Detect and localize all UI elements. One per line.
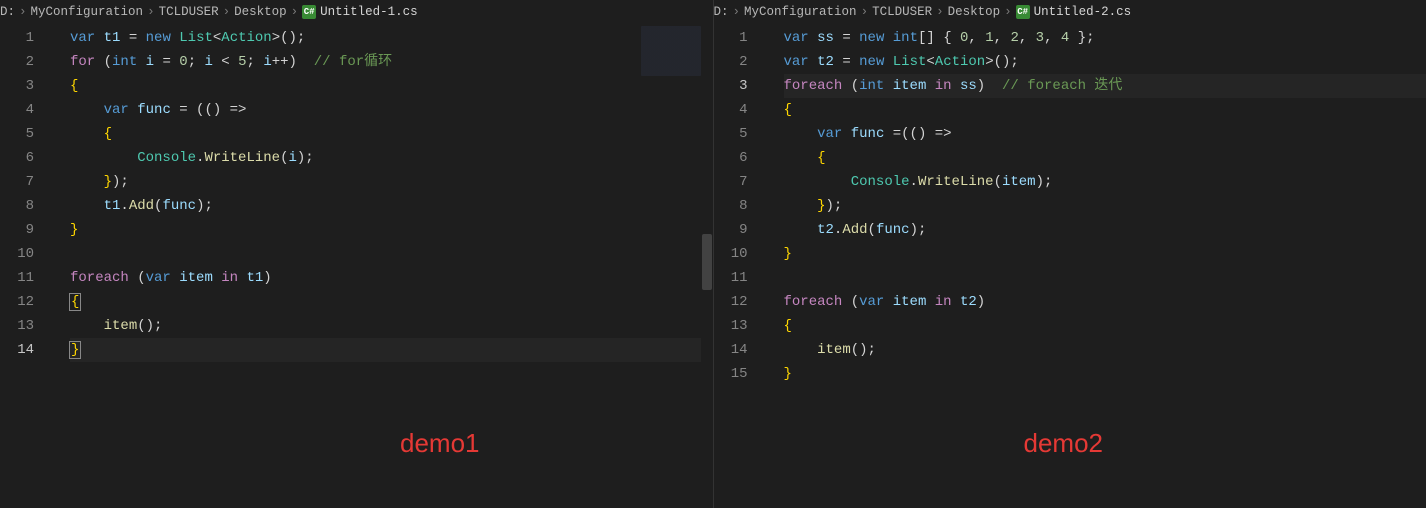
csharp-file-icon: C# bbox=[1016, 5, 1030, 19]
code-line[interactable]: { bbox=[784, 314, 1426, 338]
line-number: 5 bbox=[714, 122, 748, 146]
code-line[interactable]: var ss = new int[] { 0, 1, 2, 3, 4 }; bbox=[784, 26, 1426, 50]
code-line[interactable]: foreach (var item in t2) bbox=[784, 290, 1426, 314]
code-line[interactable]: item(); bbox=[784, 338, 1426, 362]
breadcrumb-segment[interactable]: TCLDUSER bbox=[159, 5, 219, 19]
line-number: 15 bbox=[714, 362, 748, 386]
line-number: 14 bbox=[714, 338, 748, 362]
line-number: 12 bbox=[0, 290, 34, 314]
line-number: 5 bbox=[0, 122, 34, 146]
line-number: 11 bbox=[714, 266, 748, 290]
code-line[interactable]: } bbox=[70, 338, 713, 362]
csharp-file-icon: C# bbox=[302, 5, 316, 19]
line-number-gutter[interactable]: 123456789101112131415 bbox=[714, 26, 766, 508]
code-line[interactable]: t2.Add(func); bbox=[784, 218, 1426, 242]
code-line[interactable]: }); bbox=[784, 194, 1426, 218]
editor-split-root: D: › MyConfiguration › TCLDUSER › Deskto… bbox=[0, 0, 1426, 508]
code-line[interactable]: { bbox=[70, 290, 713, 314]
breadcrumb-file[interactable]: C# Untitled-2.cs bbox=[1016, 5, 1132, 19]
line-number: 12 bbox=[714, 290, 748, 314]
breadcrumb-segment[interactable]: TCLDUSER bbox=[872, 5, 932, 19]
code-line[interactable]: } bbox=[784, 242, 1426, 266]
line-number: 6 bbox=[714, 146, 748, 170]
code-line[interactable]: } bbox=[784, 362, 1426, 386]
editor-body: 1234567891011121314 var t1 = new List<Ac… bbox=[0, 26, 713, 508]
scrollbar-thumb[interactable] bbox=[702, 234, 712, 290]
line-number: 2 bbox=[0, 50, 34, 74]
chevron-right-icon: › bbox=[291, 5, 299, 19]
line-number-gutter[interactable]: 1234567891011121314 bbox=[0, 26, 52, 508]
line-number: 3 bbox=[0, 74, 34, 98]
chevron-right-icon: › bbox=[223, 5, 231, 19]
line-number: 8 bbox=[714, 194, 748, 218]
code-line[interactable]: var t2 = new List<Action>(); bbox=[784, 50, 1426, 74]
line-number: 7 bbox=[714, 170, 748, 194]
line-number: 9 bbox=[714, 218, 748, 242]
code-line[interactable]: foreach (int item in ss) // foreach 迭代 bbox=[784, 74, 1426, 98]
minimap[interactable] bbox=[641, 26, 701, 76]
line-number: 10 bbox=[714, 242, 748, 266]
editor-pane-right: D: › MyConfiguration › TCLDUSER › Deskto… bbox=[714, 0, 1426, 508]
line-number: 1 bbox=[714, 26, 748, 50]
line-number: 3 bbox=[714, 74, 748, 98]
code-line[interactable]: { bbox=[70, 74, 713, 98]
chevron-right-icon: › bbox=[19, 5, 27, 19]
demo-annotation: demo1 bbox=[400, 428, 480, 459]
line-number: 2 bbox=[714, 50, 748, 74]
line-number: 13 bbox=[714, 314, 748, 338]
breadcrumb-segment[interactable]: MyConfiguration bbox=[31, 5, 144, 19]
code-line[interactable]: foreach (var item in t1) bbox=[70, 266, 713, 290]
code-line[interactable]: var t1 = new List<Action>(); bbox=[70, 26, 713, 50]
code-line[interactable]: t1.Add(func); bbox=[70, 194, 713, 218]
line-number: 4 bbox=[0, 98, 34, 122]
editor-pane-left: D: › MyConfiguration › TCLDUSER › Deskto… bbox=[0, 0, 714, 508]
code-line[interactable]: item(); bbox=[70, 314, 713, 338]
code-line[interactable]: { bbox=[784, 146, 1426, 170]
breadcrumb-segment[interactable]: MyConfiguration bbox=[744, 5, 857, 19]
line-number: 10 bbox=[0, 242, 34, 266]
code-line[interactable] bbox=[784, 266, 1426, 290]
line-number: 14 bbox=[0, 338, 34, 362]
code-line[interactable]: { bbox=[70, 122, 713, 146]
code-line[interactable]: } bbox=[70, 218, 713, 242]
line-number: 4 bbox=[714, 98, 748, 122]
line-number: 7 bbox=[0, 170, 34, 194]
line-number: 9 bbox=[0, 218, 34, 242]
code-area[interactable]: var t1 = new List<Action>();for (int i =… bbox=[52, 26, 713, 508]
vertical-scrollbar[interactable] bbox=[701, 26, 713, 508]
code-line[interactable]: for (int i = 0; i < 5; i++) // for循环 bbox=[70, 50, 713, 74]
chevron-right-icon: › bbox=[733, 5, 741, 19]
breadcrumb-segment[interactable]: Desktop bbox=[948, 5, 1001, 19]
code-line[interactable] bbox=[70, 242, 713, 266]
demo-annotation: demo2 bbox=[1024, 428, 1104, 459]
code-line[interactable]: var func =(() => bbox=[784, 122, 1426, 146]
breadcrumb[interactable]: D: › MyConfiguration › TCLDUSER › Deskto… bbox=[714, 0, 1426, 26]
chevron-right-icon: › bbox=[147, 5, 155, 19]
code-line[interactable]: var func = (() => bbox=[70, 98, 713, 122]
breadcrumb[interactable]: D: › MyConfiguration › TCLDUSER › Deskto… bbox=[0, 0, 713, 26]
breadcrumb-segment[interactable]: Desktop bbox=[234, 5, 287, 19]
code-line[interactable]: { bbox=[784, 98, 1426, 122]
line-number: 11 bbox=[0, 266, 34, 290]
line-number: 1 bbox=[0, 26, 34, 50]
code-line[interactable]: Console.WriteLine(i); bbox=[70, 146, 713, 170]
chevron-right-icon: › bbox=[1004, 5, 1012, 19]
breadcrumb-file[interactable]: C# Untitled-1.cs bbox=[302, 5, 418, 19]
chevron-right-icon: › bbox=[936, 5, 944, 19]
breadcrumb-file-label: Untitled-1.cs bbox=[320, 5, 418, 19]
code-line[interactable]: }); bbox=[70, 170, 713, 194]
breadcrumb-segment[interactable]: D: bbox=[0, 5, 15, 19]
line-number: 13 bbox=[0, 314, 34, 338]
code-line[interactable]: Console.WriteLine(item); bbox=[784, 170, 1426, 194]
line-number: 8 bbox=[0, 194, 34, 218]
breadcrumb-file-label: Untitled-2.cs bbox=[1034, 5, 1132, 19]
breadcrumb-segment[interactable]: D: bbox=[714, 5, 729, 19]
chevron-right-icon: › bbox=[861, 5, 869, 19]
line-number: 6 bbox=[0, 146, 34, 170]
